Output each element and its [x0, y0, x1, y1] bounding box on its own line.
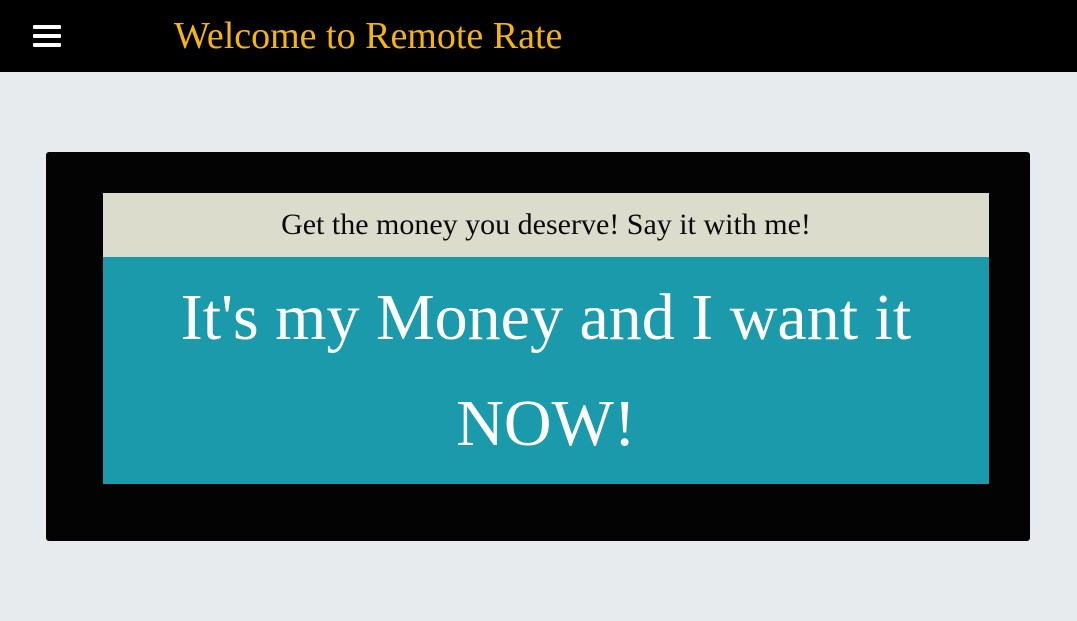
slogan-text: It's my Money and I want it NOW!: [180, 280, 912, 460]
hero-card: Get the money you deserve! Say it with m…: [103, 193, 989, 484]
tagline-banner: Get the money you deserve! Say it with m…: [103, 193, 989, 257]
tagline-text: Get the money you deserve! Say it with m…: [281, 208, 811, 241]
menu-button[interactable]: [28, 20, 66, 52]
site-title: Welcome to Remote Rate: [174, 15, 563, 57]
slogan-banner: It's my Money and I want it NOW!: [103, 257, 989, 484]
hero-panel: Get the money you deserve! Say it with m…: [46, 152, 1030, 541]
hamburger-menu-icon: [33, 25, 61, 29]
top-navbar: Welcome to Remote Rate: [0, 0, 1077, 72]
